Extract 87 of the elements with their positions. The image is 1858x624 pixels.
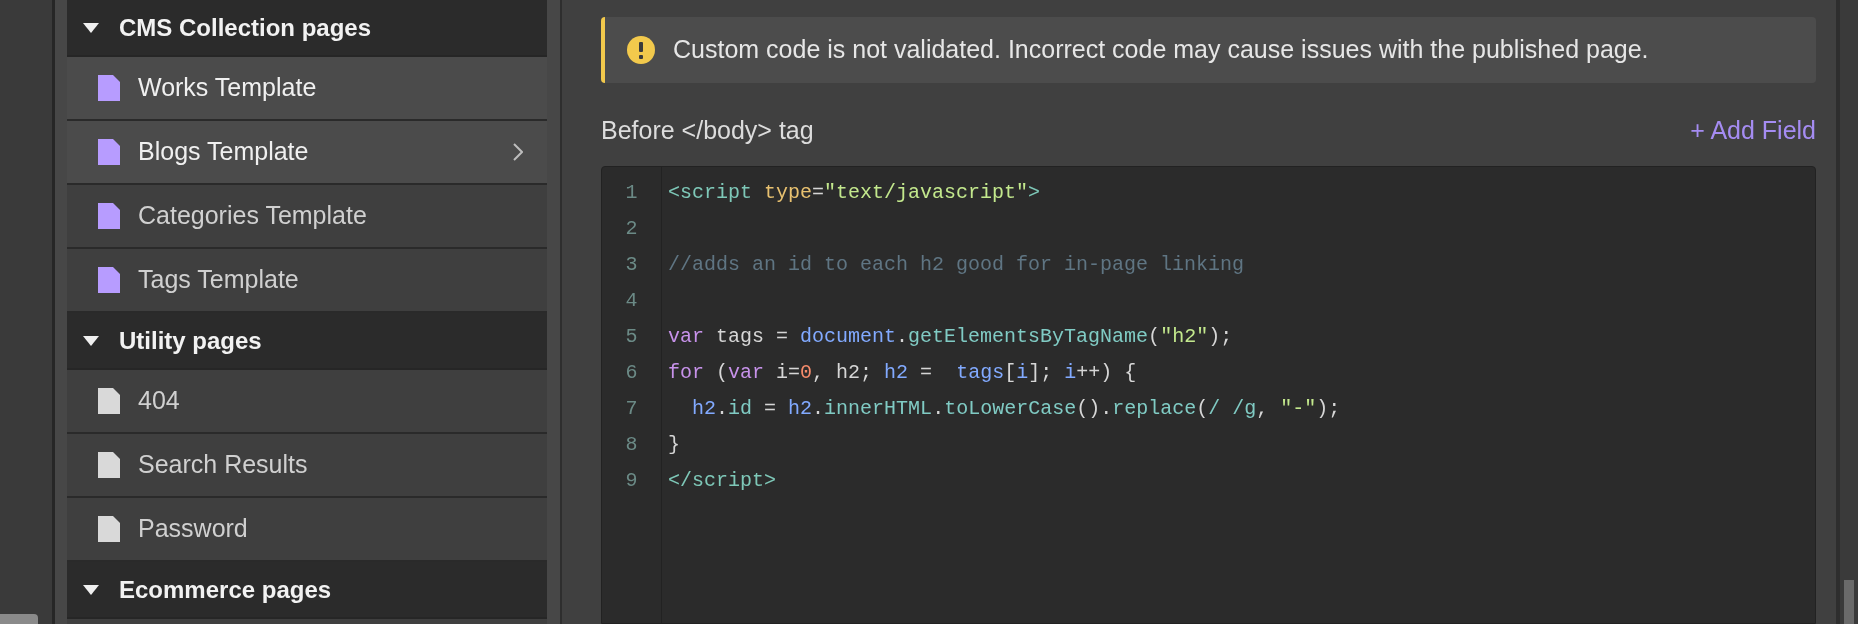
code-token: type bbox=[763, 181, 813, 204]
code-token: 0 bbox=[800, 361, 813, 384]
code-token: id bbox=[728, 397, 753, 420]
code-token: ( bbox=[715, 361, 729, 384]
code-token: "h2" bbox=[1160, 325, 1209, 348]
line-number: 4 bbox=[625, 288, 638, 314]
code-token: ( bbox=[1196, 397, 1209, 420]
code-token: = bbox=[812, 181, 825, 204]
code-token: , bbox=[1256, 397, 1270, 420]
code-token: (). bbox=[1076, 397, 1113, 420]
code-token: = bbox=[763, 397, 778, 420]
code-token: ++) { bbox=[1076, 361, 1137, 384]
code-token: . bbox=[716, 397, 729, 420]
section-title: Utility pages bbox=[119, 325, 262, 356]
section-title: CMS Collection pages bbox=[119, 12, 372, 43]
code-token: replace bbox=[1112, 397, 1197, 420]
code-token: tags bbox=[956, 361, 1005, 384]
code-token: i bbox=[1016, 361, 1029, 384]
line-number: 5 bbox=[625, 324, 638, 350]
page-list-item[interactable]: Works Template bbox=[67, 57, 547, 121]
page-icon bbox=[98, 452, 120, 478]
line-number: 2 bbox=[625, 216, 638, 242]
page-icon bbox=[98, 388, 120, 414]
code-token: ( bbox=[1148, 325, 1161, 348]
field-label: Before </body> tag bbox=[601, 115, 814, 147]
line-number: 8 bbox=[625, 432, 638, 458]
code-token: innerHTML bbox=[824, 397, 933, 420]
code-token: getElementsByTagName bbox=[908, 325, 1149, 348]
page-name: Search Results bbox=[138, 449, 309, 481]
page-icon bbox=[98, 267, 120, 293]
caret-icon bbox=[83, 335, 99, 346]
caret-icon bbox=[83, 584, 99, 595]
section-header[interactable]: CMS Collection pages bbox=[67, 0, 547, 57]
warning-icon bbox=[627, 36, 655, 64]
page-icon bbox=[98, 203, 120, 229]
page-name: Blogs Template bbox=[138, 136, 310, 168]
page-name: Password bbox=[138, 513, 249, 545]
section-title: Ecommerce pages bbox=[119, 574, 332, 605]
code-token: "-" bbox=[1280, 397, 1317, 420]
code-token: i= bbox=[775, 361, 801, 384]
code-token: ); bbox=[1208, 325, 1233, 348]
scrollbar-thumb[interactable] bbox=[1844, 580, 1854, 624]
code-token: . bbox=[896, 325, 909, 348]
page-name: Tags Template bbox=[138, 264, 300, 296]
line-number: 3 bbox=[625, 252, 638, 278]
line-number: 7 bbox=[625, 396, 638, 422]
caret-icon bbox=[83, 22, 99, 33]
section-header[interactable]: Utility pages bbox=[67, 313, 547, 370]
code-token: //adds an id to each h2 good for in-page linking bbox=[668, 253, 1245, 276]
code-token: > bbox=[1028, 181, 1041, 204]
code-token: h2 bbox=[884, 361, 909, 384]
page-list-item[interactable]: Blogs Template bbox=[67, 121, 547, 185]
code-token: = bbox=[919, 361, 934, 384]
page-name: Categories Template bbox=[138, 200, 368, 232]
code-token: [ bbox=[1004, 361, 1017, 384]
code-token: "text/javascript" bbox=[824, 181, 1029, 204]
code-token: . bbox=[812, 397, 825, 420]
code-token: var bbox=[728, 361, 765, 384]
code-token: document bbox=[800, 325, 897, 348]
code-token: </script> bbox=[668, 469, 777, 492]
scrollbar-thumb[interactable] bbox=[0, 614, 38, 624]
code-token: <script bbox=[668, 181, 752, 204]
page-icon bbox=[98, 139, 120, 165]
page-name: Works Template bbox=[138, 72, 318, 104]
code-token: h2 bbox=[788, 397, 813, 420]
code-token: h2 bbox=[691, 397, 716, 420]
code-token: for bbox=[668, 361, 704, 384]
code-editor[interactable] bbox=[601, 166, 1816, 624]
code-token: , h2; bbox=[812, 361, 874, 384]
line-number: 6 bbox=[625, 360, 638, 386]
page-icon bbox=[98, 516, 120, 542]
code-token: . bbox=[932, 397, 945, 420]
code-token: / /g bbox=[1208, 397, 1257, 420]
code-token: ]; bbox=[1028, 361, 1054, 384]
line-number: 1 bbox=[625, 180, 638, 206]
page-name: 404 bbox=[138, 385, 181, 417]
page-icon bbox=[98, 75, 120, 101]
code-token: i bbox=[1064, 361, 1077, 384]
code-token: var bbox=[668, 325, 704, 348]
warning-text: Custom code is not validated. Incorrect code may cause issues with the published page. bbox=[673, 34, 1649, 66]
section-header[interactable]: Ecommerce pages bbox=[67, 562, 547, 619]
code-token: toLowerCase bbox=[944, 397, 1077, 420]
code-token: tags = bbox=[715, 325, 790, 348]
code-token: ); bbox=[1316, 397, 1341, 420]
add-field-button[interactable]: + Add Field bbox=[1690, 112, 1816, 150]
code-token: } bbox=[668, 433, 680, 456]
line-number: 9 bbox=[625, 468, 638, 494]
